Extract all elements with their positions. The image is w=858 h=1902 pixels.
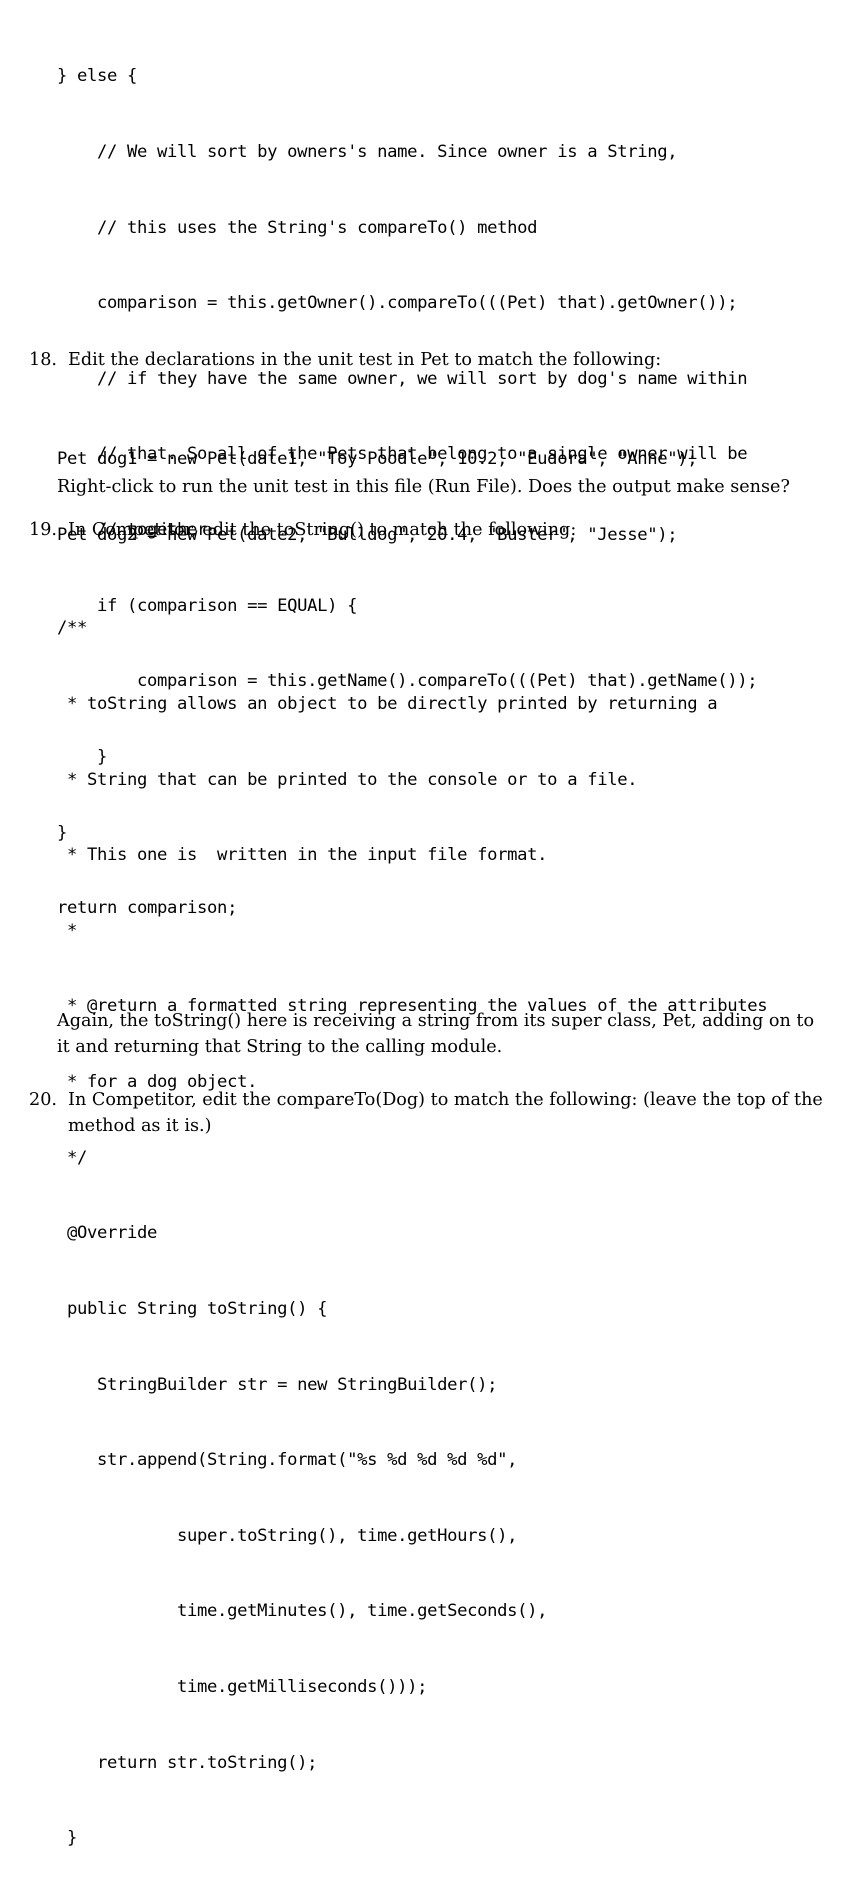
code-line: * — [57, 920, 78, 941]
code-line: * toString allows an object to be direct… — [57, 694, 718, 715]
paragraph-line: In Competitor, edit the compareTo(Dog) t… — [68, 1090, 823, 1110]
code-line: public String toString() { — [57, 1298, 328, 1319]
list-item-number: 19. — [29, 520, 57, 540]
code-line: */ — [57, 1147, 88, 1168]
code-line: Pet dog1 = new Pet(date1, "Toy Poodle", … — [57, 449, 698, 470]
list-item-19-followup: Again, the toString() here is receiving … — [57, 1008, 847, 1060]
code-line: * This one is written in the input file … — [57, 845, 548, 866]
list-item-number: 20. — [29, 1090, 57, 1110]
code-line: str.append(String.format("%s %d %d %d %d… — [57, 1450, 518, 1471]
list-item-text: In Competitor, edit the toString() to ma… — [68, 520, 577, 540]
code-line: return str.toString(); — [57, 1752, 318, 1773]
code-line: time.getMilliseconds())); — [57, 1676, 428, 1697]
code-line: super.toString(), time.getHours(), — [57, 1525, 518, 1546]
code-line: time.getMinutes(), time.getSeconds(), — [57, 1601, 548, 1622]
paragraph-line: it and returning that String to the call… — [57, 1037, 503, 1057]
code-line: /** — [57, 618, 88, 639]
list-item-18-followup: Right-click to run the unit test in this… — [57, 477, 790, 497]
code-block-tostring: /** * toString allows an object to be di… — [57, 566, 768, 1902]
list-item-20: 20. In Competitor, edit the compareTo(Do… — [11, 1087, 847, 1139]
paragraph-line: method as it is.) — [68, 1116, 212, 1136]
paragraph-line: Again, the toString() here is receiving … — [57, 1011, 815, 1031]
list-item-text: Edit the declarations in the unit test i… — [68, 350, 662, 370]
list-item-text: In Competitor, edit the compareTo(Dog) t… — [68, 1087, 847, 1139]
code-line: @Override — [57, 1223, 158, 1244]
code-line: * String that can be printed to the cons… — [57, 769, 638, 790]
list-item-18: 18. Edit the declarations in the unit te… — [11, 347, 847, 373]
document-page: } else { // We will sort by owners's nam… — [0, 0, 858, 1848]
code-line: } else { — [57, 66, 138, 87]
code-line: StringBuilder str = new StringBuilder(); — [57, 1374, 498, 1395]
code-line: // this uses the String's compareTo() me… — [57, 217, 538, 238]
list-item-number: 18. — [29, 350, 57, 370]
code-line: } — [57, 1828, 78, 1849]
list-item-19: 19. In Competitor, edit the toString() t… — [11, 517, 847, 543]
code-line: comparison = this.getOwner().compareTo((… — [57, 293, 738, 314]
code-line: // We will sort by owners's name. Since … — [57, 142, 678, 163]
